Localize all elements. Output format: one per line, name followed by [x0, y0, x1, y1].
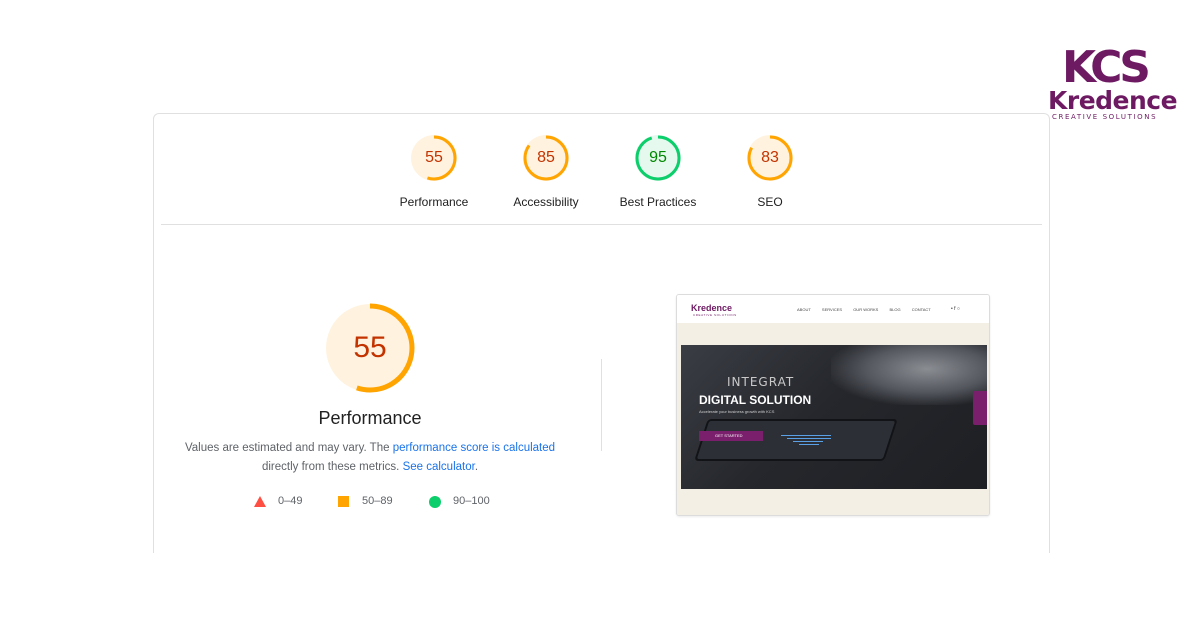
performance-big-score: 55	[353, 331, 387, 364]
category-scores: 55 Performance 85 Accessibility 95 Best Pract…	[154, 114, 1049, 224]
score-gauge: 95	[634, 134, 682, 182]
site-logo: Kredence	[691, 303, 733, 313]
score-gauge: 83	[746, 134, 794, 182]
circle-icon	[429, 496, 441, 508]
get-started-button: GET STARTED	[699, 431, 763, 441]
side-tab	[973, 391, 987, 425]
score-value: 55	[425, 149, 443, 166]
brand-tagline: CREATIVE SOLUTIONS	[1052, 113, 1158, 121]
score-gauge: 55	[410, 134, 458, 182]
chart-graphic	[781, 435, 831, 445]
legend-range: 0–49	[278, 495, 303, 507]
performance-title: Performance	[318, 408, 422, 428]
nav-link: SERVICES	[821, 307, 843, 312]
score-gauge: 85	[522, 134, 570, 182]
site-hero: INTEGRAT DIGITAL SOLUTION Accelerate you…	[681, 345, 987, 489]
header-divider	[161, 224, 1042, 225]
kcs-logo-mark: KCS	[1062, 44, 1152, 88]
final-screenshot-thumbnail[interactable]: Kredence CREATIVE SOLUTIONS ABOUT SERVIC…	[676, 294, 990, 516]
nav-link: CONTACT	[911, 307, 931, 312]
performance-score-link[interactable]: performance score is calculated	[393, 442, 555, 454]
see-calculator-link[interactable]: See calculator	[403, 461, 475, 473]
nav-link: OUR WORKS	[853, 307, 879, 312]
vertical-separator	[601, 359, 602, 451]
score-label: Performance	[399, 195, 469, 209]
performance-big-gauge: 55	[324, 302, 416, 394]
hero-title: DIGITAL SOLUTION	[699, 393, 812, 407]
triangle-icon	[254, 496, 266, 507]
hand-image	[831, 345, 987, 405]
brand-mark-text: KCS	[1062, 44, 1148, 88]
square-icon	[338, 496, 349, 507]
site-nav-links: ABOUT SERVICES OUR WORKS BLOG CONTACT	[797, 307, 941, 312]
score-value: 83	[761, 149, 779, 166]
score-legend: 0–49 50–89 90–100	[250, 492, 510, 510]
nav-link: BLOG	[889, 307, 901, 312]
brand-logo: KCS Kredence CREATIVE SOLUTIONS	[1040, 40, 1178, 121]
score-value: 95	[649, 149, 667, 166]
score-label: SEO	[757, 195, 783, 209]
category-score-best-practices[interactable]: 95 Best Practices	[602, 134, 714, 209]
score-label: Best Practices	[619, 195, 697, 209]
legend-range: 50–89	[362, 495, 393, 507]
social-icons: • f ○	[951, 306, 960, 312]
hero-subtitle: Accelerate your business growth with KCS	[699, 409, 775, 414]
score-label: Accessibility	[513, 195, 579, 209]
lighthouse-report-card: 55 Performance 85 Accessibility 95 Best Pract…	[153, 113, 1050, 553]
category-score-seo[interactable]: 83 SEO	[714, 134, 826, 209]
performance-description: Values are estimated and may vary. The p…	[180, 439, 560, 477]
desc-text-3: .	[474, 461, 479, 473]
category-score-accessibility[interactable]: 85 Accessibility	[490, 134, 602, 209]
desc-text-2: directly from these metrics.	[261, 461, 403, 473]
site-logo-tagline: CREATIVE SOLUTIONS	[693, 313, 737, 317]
score-value: 85	[537, 149, 555, 166]
category-score-performance[interactable]: 55 Performance	[378, 134, 490, 209]
hero-word: INTEGRAT	[727, 375, 795, 389]
site-nav: Kredence CREATIVE SOLUTIONS ABOUT SERVIC…	[677, 295, 989, 323]
desc-text-1: Values are estimated and may vary. The	[184, 442, 393, 454]
nav-link: ABOUT	[797, 307, 811, 312]
brand-name: Kredence	[1048, 86, 1178, 115]
legend-range: 90–100	[453, 495, 490, 507]
